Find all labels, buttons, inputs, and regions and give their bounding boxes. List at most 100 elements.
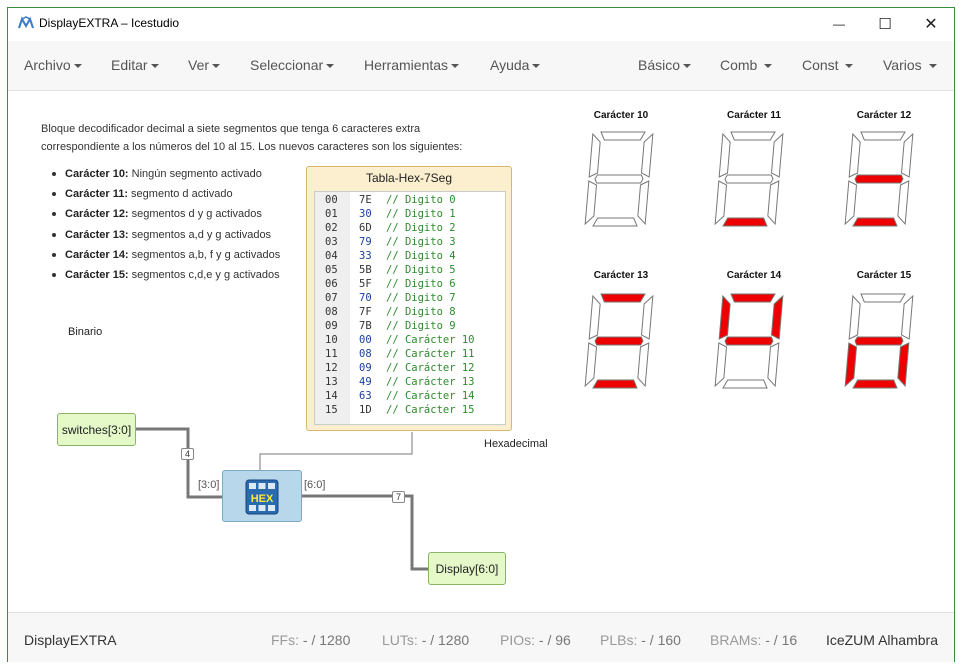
menu-label: Básico — [638, 57, 681, 73]
menu-const[interactable]: Const — [802, 57, 854, 73]
segment-f-off — [588, 294, 601, 340]
pios-usage: PIOs: - / 96 — [500, 632, 571, 648]
segment-g-off — [724, 174, 774, 184]
segment-c-off — [637, 180, 650, 226]
design-canvas[interactable]: Bloque decodificador decimal a siete seg… — [8, 92, 954, 612]
segment-b-off — [770, 132, 784, 178]
segment-e-on — [844, 342, 858, 388]
chevron-down-icon — [928, 64, 937, 69]
minimize-icon: — — [833, 17, 845, 31]
menu-label: Seleccionar — [250, 57, 324, 73]
segment-d-on — [592, 379, 638, 389]
luts-label: LUTs: — [382, 632, 418, 648]
ffs-usage: FFs: - / 1280 — [271, 632, 350, 648]
segment-d-off — [722, 379, 768, 389]
brams-label: BRAMs: — [710, 632, 762, 648]
luts-value: - / 1280 — [421, 632, 470, 648]
menu-herramientas[interactable]: Herramientas — [364, 57, 460, 73]
minimize-button[interactable]: — — [816, 8, 862, 40]
close-icon: ✕ — [924, 16, 938, 33]
menu-bar: Archivo Editar Ver Seleccionar Herramien… — [8, 41, 954, 91]
segment-e-off — [844, 180, 858, 226]
segment-g-on — [724, 336, 774, 346]
segment-a-off — [860, 131, 906, 141]
segment-g-on — [854, 336, 904, 346]
segment-c-on — [897, 342, 910, 388]
segment-c-off — [767, 342, 780, 388]
segment-f-off — [848, 294, 861, 340]
segment-d-on — [722, 217, 768, 227]
pios-value: - / 96 — [538, 632, 571, 648]
ffs-value: - / 1280 — [302, 632, 351, 648]
segment-d-on — [852, 379, 898, 389]
chevron-down-icon — [451, 64, 460, 69]
menu-editar[interactable]: Editar — [111, 57, 159, 73]
menu-label: Const — [802, 57, 839, 73]
chevron-down-icon — [326, 64, 335, 69]
brams-usage: BRAMs: - / 16 — [710, 632, 797, 648]
segment-g-on — [854, 174, 904, 184]
segment-e-off — [714, 180, 728, 226]
segment-e-off — [584, 342, 598, 388]
close-button[interactable]: ✕ — [908, 8, 954, 40]
menu-seleccionar[interactable]: Seleccionar — [250, 57, 335, 73]
segment-a-off — [860, 293, 906, 303]
menu-label: Ayuda — [490, 57, 530, 73]
seven-segment-character — [844, 131, 914, 227]
segment-f-off — [848, 132, 861, 178]
menu-label: Archivo — [24, 57, 71, 73]
menu-ver[interactable]: Ver — [188, 57, 221, 73]
window-title: DisplayEXTRA – Icestudio — [39, 16, 180, 30]
app-window: DisplayEXTRA – Icestudio — ☐ ✕ Archivo E… — [7, 7, 955, 662]
segment-f-off — [588, 132, 601, 178]
luts-usage: LUTs: - / 1280 — [382, 632, 469, 648]
segment-g-on — [594, 336, 644, 346]
chevron-down-icon — [150, 64, 159, 69]
menu-varios[interactable]: Varios — [883, 57, 937, 73]
board-selector[interactable]: IceZUM Alhambra — [826, 632, 938, 648]
icestudio-logo-icon — [18, 16, 34, 29]
plbs-value: - / 160 — [641, 632, 681, 648]
segment-b-off — [640, 294, 654, 340]
segment-a-off — [730, 131, 776, 141]
menu-label: Herramientas — [364, 57, 449, 73]
seven-segment-character — [844, 293, 914, 389]
chevron-down-icon — [683, 64, 692, 69]
menu-basico[interactable]: Básico — [638, 57, 692, 73]
status-bar: DisplayEXTRA FFs: - / 1280 LUTs: - / 128… — [8, 612, 954, 662]
plbs-usage: PLBs: - / 160 — [600, 632, 681, 648]
segment-c-off — [637, 342, 650, 388]
segment-c-off — [767, 180, 780, 226]
segment-a-on — [600, 293, 646, 303]
segment-e-off — [714, 342, 728, 388]
ffs-label: FFs: — [271, 632, 299, 648]
menu-label: Varios — [883, 57, 922, 73]
seven-segment-character — [584, 131, 654, 227]
menu-label: Ver — [188, 57, 210, 73]
segment-e-off — [584, 180, 598, 226]
segment-b-on — [770, 294, 784, 340]
segment-d-on — [852, 217, 898, 227]
chevron-down-icon — [212, 64, 221, 69]
menu-ayuda[interactable]: Ayuda — [490, 57, 541, 73]
segment-f-on — [718, 294, 731, 340]
project-name: DisplayEXTRA — [24, 632, 117, 648]
segment-a-off — [600, 131, 646, 141]
maximize-icon: ☐ — [878, 16, 892, 33]
brams-value: - / 16 — [765, 632, 798, 648]
seven-segment-character — [714, 131, 784, 227]
maximize-button[interactable]: ☐ — [862, 8, 908, 40]
title-bar: DisplayEXTRA – Icestudio — ☐ ✕ — [8, 8, 954, 40]
plbs-label: PLBs: — [600, 632, 638, 648]
chevron-down-icon — [73, 64, 82, 69]
chevron-down-icon — [845, 64, 854, 69]
seven-segment-character — [714, 293, 784, 389]
segment-g-off — [594, 174, 644, 184]
chevron-down-icon — [764, 64, 773, 69]
menu-archivo[interactable]: Archivo — [24, 57, 82, 73]
menu-label: Comb — [720, 57, 758, 73]
menu-comb[interactable]: Comb — [720, 57, 773, 73]
pios-label: PIOs: — [500, 632, 536, 648]
segment-b-off — [900, 132, 914, 178]
segment-c-off — [897, 180, 910, 226]
